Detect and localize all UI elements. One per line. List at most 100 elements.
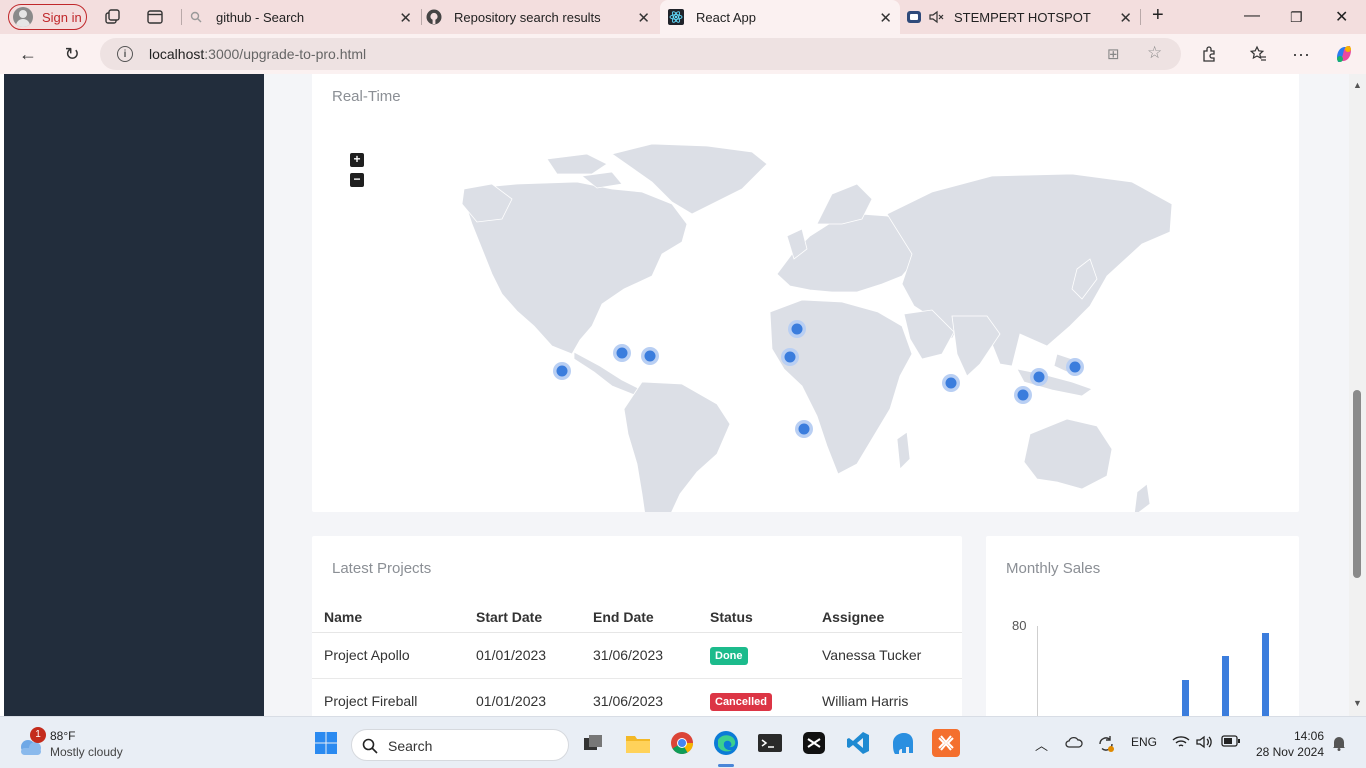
update-icon[interactable] — [1097, 735, 1115, 756]
refresh-icon[interactable]: ↻ — [61, 43, 83, 65]
show-hidden-icons-chevron-icon[interactable]: ︿ — [1035, 735, 1048, 754]
windows-start-icon[interactable] — [312, 729, 340, 757]
status-badge: Cancelled — [710, 692, 772, 711]
map-marker[interactable] — [553, 362, 571, 380]
file-explorer-icon[interactable] — [624, 729, 652, 757]
monthly-sales-title: Monthly Sales — [1006, 560, 1101, 577]
map-marker[interactable] — [1014, 386, 1032, 404]
language-indicator[interactable]: ENG — [1131, 735, 1157, 749]
y-axis-tick-label: 80 — [1012, 618, 1027, 633]
muted-audio-icon[interactable] — [928, 9, 944, 25]
restore-icon[interactable]: ❐ — [1290, 9, 1303, 26]
projects-table: Name Start Date End Date Status Assignee… — [312, 602, 962, 716]
active-app-indicator — [718, 764, 734, 767]
xampp-icon[interactable] — [932, 729, 960, 757]
site-info-icon[interactable]: i — [117, 46, 133, 62]
notifications-bell-icon[interactable] — [1331, 735, 1347, 754]
tab-title: React App — [696, 9, 756, 25]
wifi-icon[interactable] — [1172, 735, 1190, 752]
copilot-icon[interactable] — [1333, 43, 1355, 65]
extensions-icon[interactable] — [1198, 43, 1220, 65]
elephant-app-icon[interactable] — [888, 729, 916, 757]
map-land — [461, 143, 1173, 512]
column-header-assignee[interactable]: Assignee — [810, 602, 962, 633]
map-marker[interactable] — [795, 420, 813, 438]
new-tab-icon[interactable]: + — [1152, 4, 1164, 27]
weather-condition: Mostly cloudy — [50, 745, 123, 759]
vscode-icon[interactable] — [844, 729, 872, 757]
portal-icon — [906, 9, 922, 25]
map-marker[interactable] — [788, 320, 806, 338]
close-tab-icon[interactable]: ✕ — [1119, 9, 1132, 27]
more-options-icon[interactable]: ··· — [1290, 43, 1312, 65]
scroll-up-icon[interactable]: ▲ — [1353, 80, 1362, 90]
terminal-icon[interactable] — [756, 729, 784, 757]
map-marker[interactable] — [1066, 358, 1084, 376]
close-tab-icon[interactable]: ✕ — [879, 9, 892, 27]
close-tab-icon[interactable]: ✕ — [637, 9, 650, 27]
close-tab-icon[interactable]: ✕ — [399, 9, 412, 27]
url-text[interactable]: localhost:3000/upgrade-to-pro.html — [149, 46, 366, 62]
github-icon — [426, 9, 442, 25]
onedrive-sync-icon[interactable] — [1065, 735, 1083, 754]
search-icon — [188, 9, 204, 25]
sign-in-label: Sign in — [42, 9, 82, 25]
taskbar-search-box[interactable]: Search — [351, 729, 569, 761]
edge-icon[interactable] — [712, 729, 740, 757]
column-header-end-date[interactable]: End Date — [581, 602, 698, 633]
tab-repository-search[interactable]: Repository search results ✕ — [426, 0, 658, 34]
table-row[interactable]: Project Apollo 01/01/2023 31/06/2023 Don… — [312, 632, 962, 679]
project-name: Project Apollo — [312, 632, 464, 679]
project-status: Done — [698, 632, 810, 679]
tab-separator — [1140, 9, 1141, 25]
column-header-name[interactable]: Name — [312, 602, 464, 633]
chrome-icon[interactable] — [668, 729, 696, 757]
tab-stempert-hotspot[interactable]: STEMPERT HOTSPOT ✕ — [906, 0, 1140, 34]
browser-toolbar: ← ↻ i localhost:3000/upgrade-to-pro.html… — [0, 34, 1366, 74]
react-icon — [668, 9, 684, 25]
weather-temperature: 88°F — [50, 729, 76, 743]
address-bar[interactable]: i localhost:3000/upgrade-to-pro.html ⊞ ☆ — [100, 38, 1181, 70]
url-path: :3000/upgrade-to-pro.html — [204, 46, 367, 62]
sales-bar[interactable] — [1262, 633, 1269, 716]
scrollbar-thumb[interactable] — [1353, 390, 1361, 578]
page-scrollbar[interactable]: ▲ ▼ — [1349, 74, 1366, 716]
sales-bar[interactable] — [1182, 680, 1189, 716]
capcut-icon[interactable] — [800, 729, 828, 757]
battery-icon[interactable] — [1221, 735, 1241, 750]
column-header-status[interactable]: Status — [698, 602, 810, 633]
notification-count-badge: 1 — [30, 727, 46, 743]
latest-projects-card: Latest Projects Name Start Date End Date… — [312, 536, 962, 716]
clock-date[interactable]: 28 Nov 2024 — [1255, 745, 1324, 759]
tab-actions-icon[interactable] — [146, 8, 164, 26]
close-window-icon[interactable]: ✕ — [1335, 7, 1348, 27]
project-end-date: 31/06/2023 — [581, 678, 698, 716]
map-marker[interactable] — [641, 347, 659, 365]
task-view-icon[interactable] — [579, 729, 607, 757]
map-marker[interactable] — [781, 348, 799, 366]
app-available-icon[interactable]: ⊞ — [1107, 45, 1120, 63]
clock-time[interactable]: 14:06 — [1280, 729, 1324, 743]
favorites-icon[interactable] — [1247, 43, 1269, 65]
tab-github-search[interactable]: github - Search ✕ — [188, 0, 420, 34]
tab-react-app[interactable]: React App ✕ — [660, 0, 900, 34]
tab-separator — [181, 9, 182, 25]
monthly-sales-card: Monthly Sales 80 — [986, 536, 1299, 716]
sign-in-button[interactable]: Sign in — [8, 4, 87, 30]
map-marker[interactable] — [942, 374, 960, 392]
map-marker[interactable] — [1030, 368, 1048, 386]
project-status: Cancelled — [698, 678, 810, 716]
workspaces-icon[interactable] — [104, 8, 122, 26]
minimize-icon[interactable]: — — [1244, 7, 1260, 25]
latest-projects-title: Latest Projects — [332, 560, 432, 577]
back-icon[interactable]: ← — [17, 43, 39, 65]
world-map[interactable] — [312, 74, 1299, 512]
sales-bar[interactable] — [1222, 656, 1229, 716]
favorite-star-icon[interactable]: ☆ — [1147, 43, 1162, 63]
volume-icon[interactable] — [1196, 735, 1214, 752]
project-end-date: 31/06/2023 — [581, 632, 698, 679]
column-header-start-date[interactable]: Start Date — [464, 602, 581, 633]
scroll-down-icon[interactable]: ▼ — [1353, 698, 1362, 708]
map-marker[interactable] — [613, 344, 631, 362]
table-row[interactable]: Project Fireball 01/01/2023 31/06/2023 C… — [312, 678, 962, 716]
